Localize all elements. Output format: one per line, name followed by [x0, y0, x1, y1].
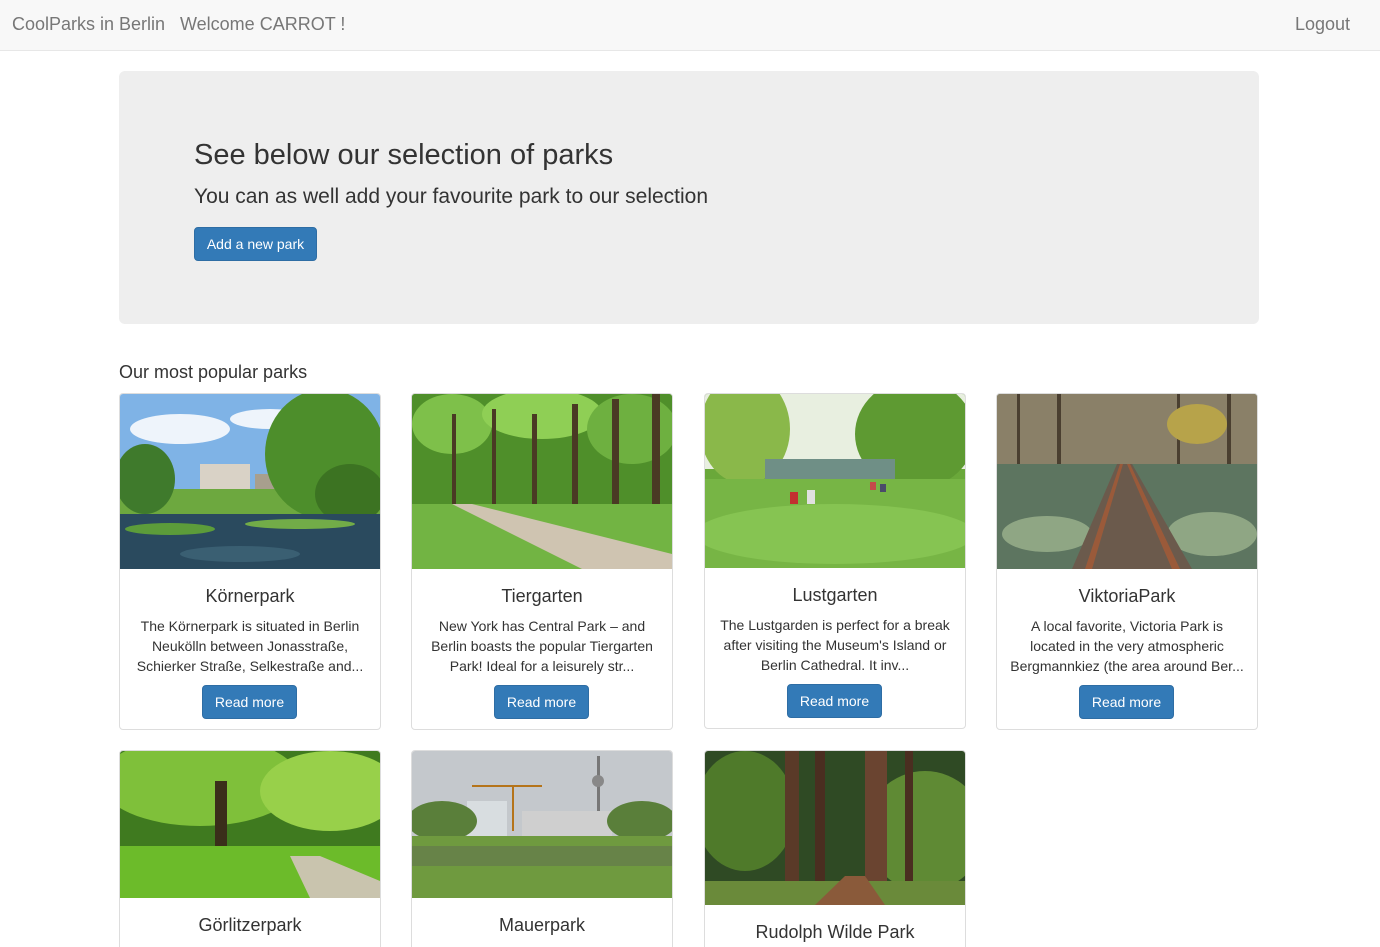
park-image: [120, 394, 380, 569]
park-card-goerlitzerpark: Görlitzerpark: [119, 750, 381, 947]
park-card-rudolph-wilde-park: Rudolph Wilde Park: [704, 750, 966, 947]
logout-link[interactable]: Logout: [1295, 14, 1350, 35]
page-title: See below our selection of parks: [194, 139, 614, 171]
park-title: Mauerpark: [498, 915, 586, 935]
park-card-mauerpark: Mauerpark: [411, 750, 673, 947]
park-image: [412, 751, 672, 898]
park-image: [705, 751, 965, 905]
park-card-koernerpark: Körnerpark The Körnerpark is situated in…: [119, 393, 381, 730]
welcome-text: Welcome CARROT !: [180, 14, 346, 34]
read-more-button[interactable]: Read more: [787, 684, 882, 718]
park-image: [997, 394, 1257, 569]
park-image: [705, 394, 965, 568]
park-title: ViktoriaPark: [1078, 586, 1176, 606]
read-more-button[interactable]: Read more: [1079, 685, 1174, 719]
park-image: [412, 394, 672, 569]
park-image: [120, 751, 380, 898]
park-card-tiergarten: Tiergarten New York has Central Park – a…: [411, 393, 673, 730]
brand-link[interactable]: CoolParks in Berlin: [12, 14, 165, 35]
park-description: New York has Central Park – and Berlin b…: [431, 618, 653, 674]
park-description: The Lustgarden is perfect for a break af…: [720, 617, 950, 673]
section-title: Our most popular parks: [119, 362, 308, 382]
page-subtitle: You can as well add your favourite park …: [194, 185, 709, 208]
park-title: Körnerpark: [205, 586, 295, 606]
park-card-viktoriapark: ViktoriaPark A local favorite, Victoria …: [996, 393, 1258, 730]
park-description: A local favorite, Victoria Park is locat…: [1010, 618, 1244, 674]
park-title: Görlitzerpark: [198, 915, 302, 935]
park-title: Lustgarten: [792, 585, 878, 605]
read-more-button[interactable]: Read more: [494, 685, 589, 719]
park-card-lustgarten: Lustgarten The Lustgarden is perfect for…: [704, 393, 966, 729]
navbar: CoolParks in Berlin Welcome CARROT ! Log…: [0, 0, 1380, 51]
jumbotron: See below our selection of parks You can…: [119, 71, 1259, 324]
park-description: The Körnerpark is situated in Berlin Neu…: [136, 618, 364, 674]
park-title: Tiergarten: [501, 586, 583, 606]
add-park-button[interactable]: Add a new park: [194, 227, 317, 261]
read-more-button[interactable]: Read more: [202, 685, 297, 719]
park-title: Rudolph Wilde Park: [755, 922, 915, 942]
